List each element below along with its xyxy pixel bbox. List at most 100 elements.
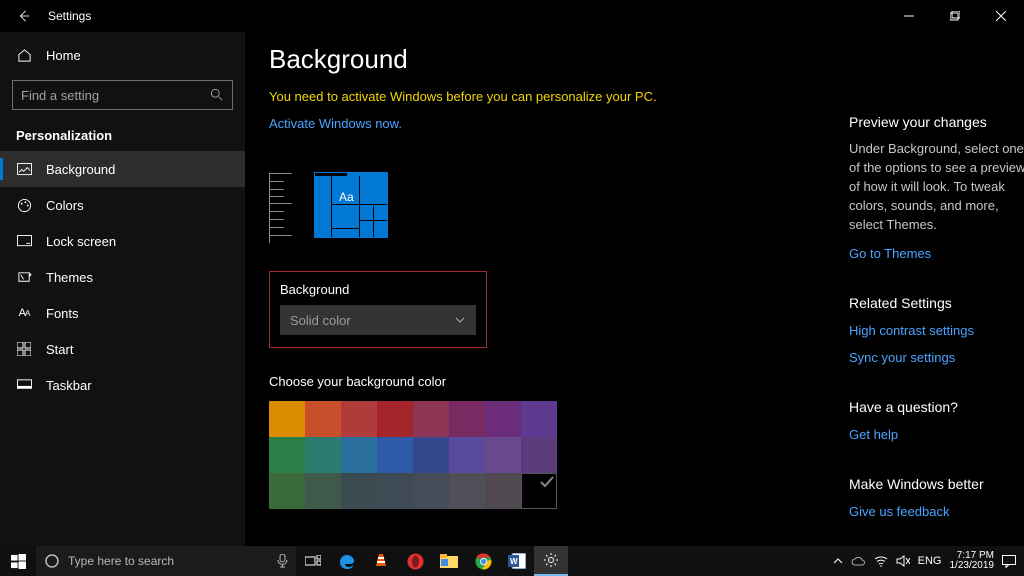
sidebar-item-label: Taskbar xyxy=(46,378,92,393)
background-preview: Aa xyxy=(269,173,809,245)
color-swatches-label: Choose your background color xyxy=(269,374,809,389)
background-dropdown-value: Solid color xyxy=(290,313,351,328)
preview-heading: Preview your changes xyxy=(849,112,1024,132)
color-swatch[interactable] xyxy=(521,401,557,437)
preview-sample-text: Aa xyxy=(339,190,354,204)
minimize-button[interactable] xyxy=(886,0,932,32)
sidebar-item-label: Lock screen xyxy=(46,234,116,249)
color-swatch[interactable] xyxy=(341,437,377,473)
color-swatch[interactable] xyxy=(449,437,485,473)
fonts-icon: AA xyxy=(16,305,32,321)
color-swatch[interactable] xyxy=(449,401,485,437)
color-swatch[interactable] xyxy=(485,437,521,473)
activation-warning: You need to activate Windows before you … xyxy=(269,89,809,104)
task-view-icon[interactable] xyxy=(296,546,330,576)
cortana-icon xyxy=(44,553,60,569)
color-swatch[interactable] xyxy=(485,473,521,509)
color-swatch[interactable] xyxy=(413,437,449,473)
sidebar-item-label: Colors xyxy=(46,198,84,213)
file-explorer-icon[interactable] xyxy=(432,546,466,576)
question-heading: Have a question? xyxy=(849,397,1024,417)
color-swatch[interactable] xyxy=(377,401,413,437)
tray-date: 1/23/2019 xyxy=(950,561,995,572)
color-swatch[interactable] xyxy=(413,401,449,437)
preview-tile: Aa xyxy=(315,173,387,237)
settings-taskbar-icon[interactable] xyxy=(534,546,568,576)
color-swatch[interactable] xyxy=(269,401,305,437)
tray-lang[interactable]: ENG xyxy=(918,555,942,567)
search-input[interactable]: Find a setting xyxy=(12,80,233,110)
sidebar-item-taskbar[interactable]: Taskbar xyxy=(0,367,245,403)
color-swatch[interactable] xyxy=(377,437,413,473)
svg-text:W: W xyxy=(510,557,518,566)
tray-volume-icon[interactable] xyxy=(896,555,910,567)
sidebar-item-label: Themes xyxy=(46,270,93,285)
sidebar: Home Find a setting Personalization Back… xyxy=(0,32,245,546)
picture-icon xyxy=(16,161,32,177)
sidebar-item-label: Fonts xyxy=(46,306,79,321)
related-heading: Related Settings xyxy=(849,293,1024,313)
preview-text: Under Background, select one of the opti… xyxy=(849,140,1024,234)
sidebar-item-colors[interactable]: Colors xyxy=(0,187,245,223)
edge-icon[interactable] xyxy=(330,546,364,576)
start-icon xyxy=(16,341,32,357)
background-dropdown-label: Background xyxy=(280,282,476,297)
lockscreen-icon xyxy=(16,233,32,249)
color-swatch[interactable] xyxy=(269,437,305,473)
color-swatch[interactable] xyxy=(521,437,557,473)
taskbar-search-placeholder: Type here to search xyxy=(68,554,174,568)
background-dropdown[interactable]: Solid color xyxy=(280,305,476,335)
color-swatch[interactable] xyxy=(449,473,485,509)
color-swatch[interactable] xyxy=(485,401,521,437)
color-swatch[interactable] xyxy=(341,401,377,437)
action-center-icon[interactable] xyxy=(1002,555,1016,568)
word-icon[interactable]: W xyxy=(500,546,534,576)
color-swatch[interactable] xyxy=(413,473,449,509)
tray-chevron-icon[interactable] xyxy=(833,556,843,566)
color-swatch[interactable] xyxy=(305,401,341,437)
sidebar-item-start[interactable]: Start xyxy=(0,331,245,367)
maximize-button[interactable] xyxy=(932,0,978,32)
go-to-themes-link[interactable]: Go to Themes xyxy=(849,245,1024,264)
get-help-link[interactable]: Get help xyxy=(849,426,1024,445)
taskbar-mic-icon[interactable] xyxy=(262,546,296,576)
feedback-heading: Make Windows better xyxy=(849,474,1024,494)
color-swatch[interactable] xyxy=(305,437,341,473)
taskbar-icon xyxy=(16,377,32,393)
feedback-link[interactable]: Give us feedback xyxy=(849,503,1024,522)
taskbar-search[interactable]: Type here to search xyxy=(36,546,296,576)
home-button[interactable]: Home xyxy=(0,36,245,74)
sidebar-item-fonts[interactable]: AA Fonts xyxy=(0,295,245,331)
taskbar-apps: W xyxy=(296,546,568,576)
sidebar-item-lockscreen[interactable]: Lock screen xyxy=(0,223,245,259)
color-swatch-none[interactable] xyxy=(521,473,557,509)
color-swatch[interactable] xyxy=(377,473,413,509)
sidebar-item-themes[interactable]: Themes xyxy=(0,259,245,295)
chrome-icon[interactable] xyxy=(466,546,500,576)
tray-wifi-icon[interactable] xyxy=(874,555,888,567)
background-field-highlight: Background Solid color xyxy=(269,271,487,348)
color-swatch[interactable] xyxy=(305,473,341,509)
color-swatches xyxy=(269,401,557,509)
sidebar-item-background[interactable]: Background xyxy=(0,151,245,187)
high-contrast-link[interactable]: High contrast settings xyxy=(849,322,1024,341)
vlc-icon[interactable] xyxy=(364,546,398,576)
opera-icon[interactable] xyxy=(398,546,432,576)
back-button[interactable] xyxy=(0,0,48,32)
activate-windows-link[interactable]: Activate Windows now. xyxy=(269,116,809,131)
color-swatch[interactable] xyxy=(269,473,305,509)
info-pane: Preview your changes Under Background, s… xyxy=(849,44,1024,546)
home-label: Home xyxy=(46,48,81,63)
close-button[interactable] xyxy=(978,0,1024,32)
sidebar-nav: Background Colors Lock screen Themes AA … xyxy=(0,151,245,403)
sync-settings-link[interactable]: Sync your settings xyxy=(849,349,1024,368)
sidebar-section: Personalization xyxy=(0,112,245,151)
page-title: Background xyxy=(269,44,809,75)
sidebar-item-label: Background xyxy=(46,162,115,177)
tray-clock[interactable]: 7:17 PM 1/23/2019 xyxy=(950,551,995,572)
chevron-down-icon xyxy=(454,314,466,326)
start-button[interactable] xyxy=(0,546,36,576)
color-swatch[interactable] xyxy=(341,473,377,509)
tray-onedrive-icon[interactable] xyxy=(851,556,866,566)
sidebar-item-label: Start xyxy=(46,342,73,357)
